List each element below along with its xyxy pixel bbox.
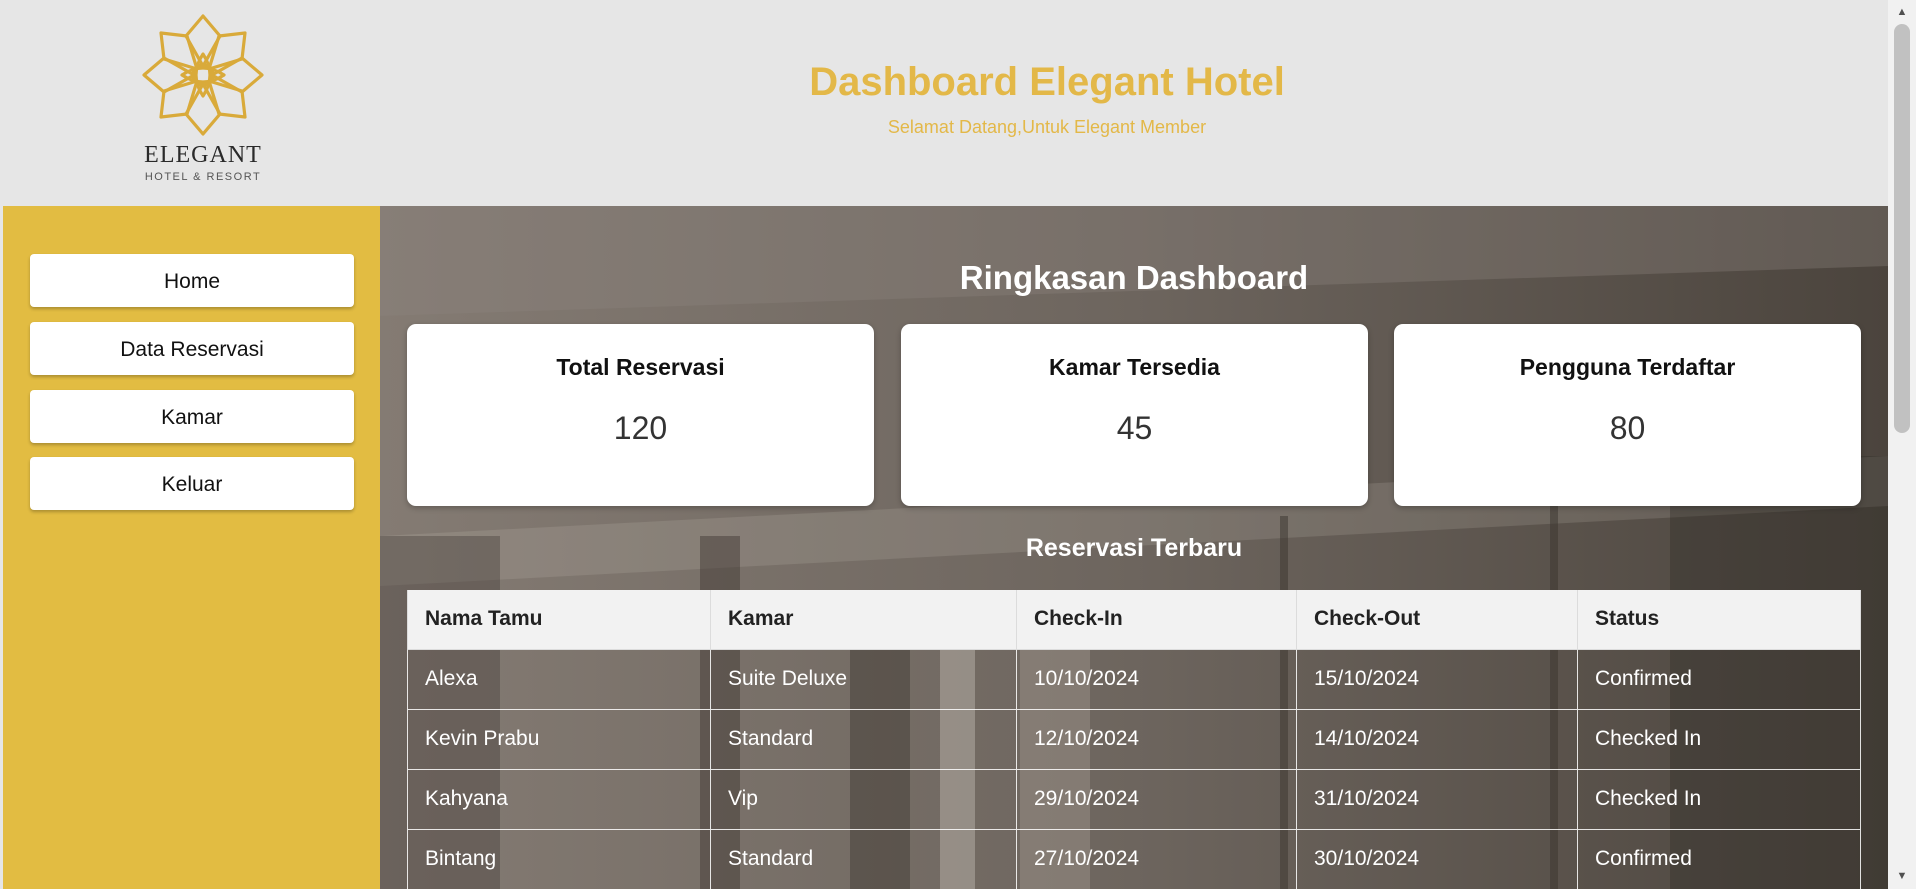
scroll-down-arrow-icon[interactable]: ▼ [1888, 866, 1916, 886]
card-total-reservasi: Total Reservasi 120 [407, 324, 874, 506]
column-header: Nama Tamu [407, 590, 711, 650]
card-kamar-tersedia: Kamar Tersedia 45 [901, 324, 1368, 506]
sidebar-item-kamar[interactable]: Kamar [30, 390, 354, 443]
table-row[interactable]: Bintang Standard 27/10/2024 30/10/2024 C… [407, 830, 1861, 889]
column-header: Check-In [1017, 590, 1297, 650]
cell-guest-name: Alexa [407, 650, 711, 710]
cell-status: Confirmed [1578, 830, 1861, 889]
vertical-scrollbar[interactable]: ▲ ▼ [1888, 0, 1916, 889]
logo-wordmark: ELEGANT [144, 142, 262, 168]
cell-room: Standard [711, 710, 1017, 770]
cell-room: Suite Deluxe [711, 650, 1017, 710]
cell-guest-name: Kevin Prabu [407, 710, 711, 770]
sidebar-item-home[interactable]: Home [30, 254, 354, 307]
card-label: Pengguna Terdaftar [1519, 354, 1736, 380]
logo-tagline: HOTEL & RESORT [144, 171, 262, 183]
cell-check-in: 29/10/2024 [1017, 770, 1297, 830]
table-row[interactable]: Alexa Suite Deluxe 10/10/2024 15/10/2024… [407, 650, 1861, 710]
sidebar-item-data-reservasi[interactable]: Data Reservasi [30, 322, 354, 375]
column-header: Check-Out [1297, 590, 1578, 650]
cell-check-in: 27/10/2024 [1017, 830, 1297, 889]
cell-room: Standard [711, 830, 1017, 889]
cell-room: Vip [711, 770, 1017, 830]
cell-check-out: 31/10/2024 [1297, 770, 1578, 830]
cell-check-in: 10/10/2024 [1017, 650, 1297, 710]
page-title: Dashboard Elegant Hotel [809, 60, 1285, 104]
dashboard-page: ELEGANT HOTEL & RESORT Dashboard Elegant… [0, 0, 1916, 889]
table-header-row: Nama Tamu Kamar Check-In Check-Out Statu… [407, 590, 1861, 650]
column-header: Kamar [711, 590, 1017, 650]
scroll-up-arrow-icon[interactable]: ▲ [1888, 2, 1916, 22]
cell-check-in: 12/10/2024 [1017, 710, 1297, 770]
sidebar: Home Data Reservasi Kamar Keluar [3, 206, 380, 889]
card-value: 120 [613, 410, 668, 446]
cell-guest-name: Bintang [407, 830, 711, 889]
cell-check-out: 30/10/2024 [1297, 830, 1578, 889]
cell-check-out: 14/10/2024 [1297, 710, 1578, 770]
card-value: 80 [1609, 410, 1646, 446]
card-label: Kamar Tersedia [1049, 354, 1220, 380]
recent-reservations-title: Reservasi Terbaru [1025, 534, 1243, 562]
header: ELEGANT HOTEL & RESORT Dashboard Elegant… [3, 0, 1888, 206]
table-row[interactable]: Kevin Prabu Standard 12/10/2024 14/10/20… [407, 710, 1861, 770]
cell-status: Checked In [1578, 770, 1861, 830]
column-header: Status [1578, 590, 1861, 650]
card-pengguna-terdaftar: Pengguna Terdaftar 80 [1394, 324, 1861, 506]
cell-guest-name: Kahyana [407, 770, 711, 830]
page-subtitle: Selamat Datang,Untuk Elegant Member [887, 117, 1207, 137]
cell-check-out: 15/10/2024 [1297, 650, 1578, 710]
scroll-thumb[interactable] [1894, 24, 1910, 433]
summary-title: Ringkasan Dashboard [959, 259, 1309, 296]
cell-status: Checked In [1578, 710, 1861, 770]
card-value: 45 [1116, 410, 1153, 446]
table-row[interactable]: Kahyana Vip 29/10/2024 31/10/2024 Checke… [407, 770, 1861, 830]
card-label: Total Reservasi [556, 354, 725, 380]
main-content: Ringkasan Dashboard Total Reservasi 120 … [380, 206, 1888, 889]
reservations-table: Nama Tamu Kamar Check-In Check-Out Statu… [407, 590, 1861, 889]
sidebar-item-keluar[interactable]: Keluar [30, 457, 354, 510]
cell-status: Confirmed [1578, 650, 1861, 710]
